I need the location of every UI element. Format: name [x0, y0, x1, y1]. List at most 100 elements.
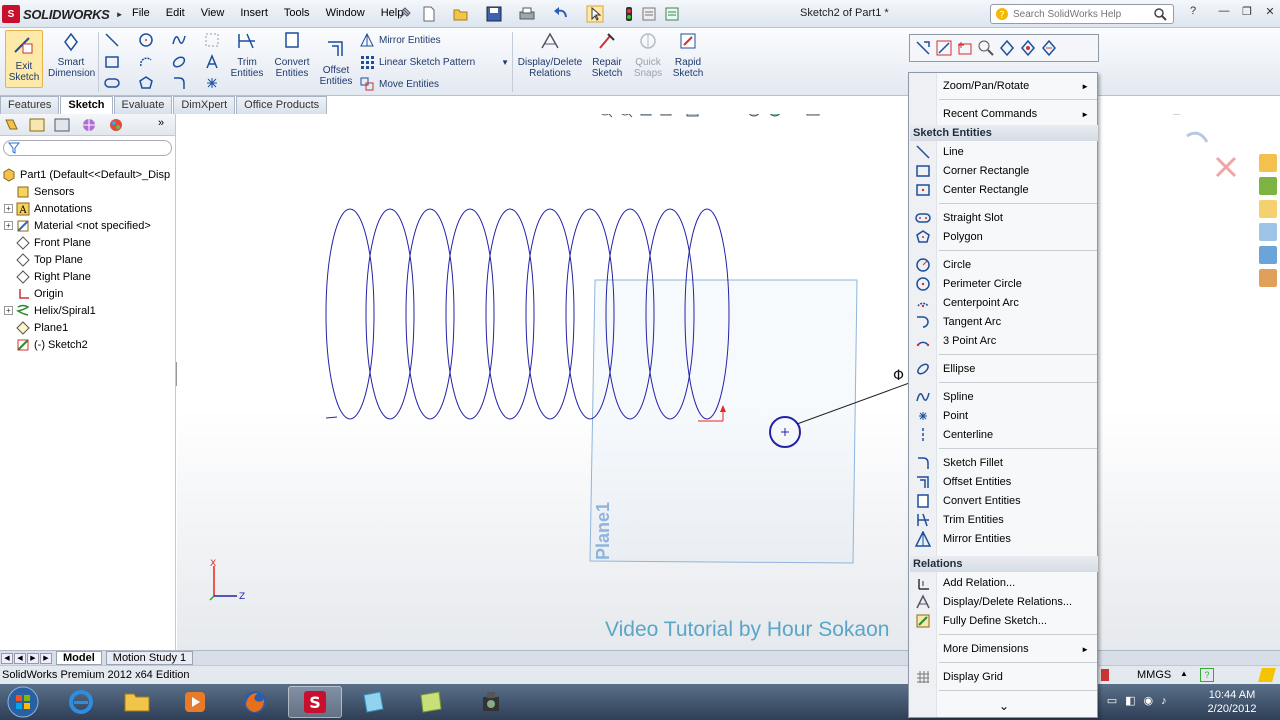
tab-sketch[interactable]: Sketch [60, 96, 113, 114]
menu-item-circle[interactable]: Circle [909, 256, 1097, 274]
menu-item-sketch-fillet[interactable]: Sketch Fillet [909, 454, 1097, 472]
trim-entities-button[interactable]: Trim Entities [228, 30, 266, 79]
arc-icon[interactable] [138, 54, 154, 70]
tab-model[interactable]: Model [56, 651, 102, 665]
menu-item-fully-define-sketch[interactable]: Fully Define Sketch... [909, 612, 1097, 630]
menu-tools[interactable]: Tools [284, 7, 310, 19]
tree-node-material[interactable]: + Material <not specified> [0, 217, 176, 234]
notes-taskbar[interactable] [346, 686, 400, 718]
tab-evaluate[interactable]: Evaluate [113, 96, 173, 114]
point-icon[interactable] [204, 75, 220, 91]
menu-item-centerline[interactable]: Centerline [909, 426, 1097, 444]
menu-file[interactable]: File [132, 7, 150, 19]
pushpin-icon[interactable] [395, 5, 413, 23]
menu-item-display-grid[interactable]: Display Grid [909, 668, 1097, 686]
offset-entities-button[interactable]: Offset Entities [318, 38, 354, 87]
sketch-grid-icon[interactable] [204, 32, 220, 48]
property-manager-icon[interactable] [28, 117, 46, 133]
help-button-icon[interactable]: ? [1184, 5, 1202, 21]
relation-tool-icon[interactable] [1019, 39, 1037, 57]
display-delete-relations-button[interactable]: Display/Delete Relations [516, 30, 584, 79]
zoom-to-selection-icon[interactable] [977, 39, 995, 57]
expand-panel-icon[interactable]: » [158, 117, 176, 133]
menu-item-mirror-entities[interactable]: Mirror Entities [909, 530, 1097, 548]
viewport-window-controls[interactable]: ⊞ ▭ ❐ ✕ [1172, 114, 1250, 117]
units-selector[interactable]: MMGS [1137, 669, 1171, 681]
viewport-tile-icon[interactable]: ⊞ [1172, 114, 1181, 117]
next-tab-icon[interactable]: ▶ [27, 652, 39, 664]
minimize-icon[interactable]: — [1215, 5, 1233, 21]
feature-tree-icon[interactable] [3, 117, 21, 133]
fillet-icon[interactable] [171, 75, 187, 91]
tag-icon[interactable] [1258, 668, 1276, 682]
viewport-minimize-icon[interactable]: ▭ [1194, 114, 1204, 117]
configuration-manager-icon[interactable] [53, 117, 71, 133]
viewport-restore-icon[interactable]: ❐ [1218, 114, 1228, 117]
undo-icon[interactable] [552, 5, 570, 23]
repair-sketch-button[interactable]: Repair Sketch [590, 30, 624, 79]
tree-node-right-plane[interactable]: Right Plane [0, 268, 176, 285]
tree-node-top-plane[interactable]: Top Plane [0, 251, 176, 268]
menu-insert[interactable]: Insert [240, 7, 268, 19]
close-icon[interactable]: ✕ [1261, 5, 1279, 21]
menu-item-polygon[interactable]: Polygon [909, 228, 1097, 246]
options-icon[interactable] [663, 5, 681, 23]
rapid-sketch-button[interactable]: Rapid Sketch [670, 30, 706, 79]
exit-sketch-button[interactable]: Exit Sketch [5, 30, 43, 88]
line-icon[interactable] [104, 32, 120, 48]
circle-icon[interactable] [138, 32, 154, 48]
capture-tool-taskbar[interactable] [464, 686, 518, 718]
solidworks-taskbar[interactable]: S [288, 686, 342, 718]
tree-node-helix-spiral1[interactable]: + Helix/Spiral1 [0, 302, 176, 319]
menu-item-add-relation[interactable]: Add Relation... [909, 574, 1097, 592]
ellipse-icon[interactable] [171, 54, 187, 70]
prev-tab-icon[interactable]: ◀ [14, 652, 26, 664]
help-search-input[interactable] [1013, 8, 1153, 20]
viewport-close-icon[interactable]: ✕ [1241, 114, 1250, 117]
media-player-taskbar[interactable] [168, 686, 222, 718]
tab-office-products[interactable]: Office Products [236, 96, 328, 114]
slot-icon[interactable] [104, 75, 120, 91]
tree-node-origin[interactable]: Origin [0, 285, 176, 302]
sticky-notes-taskbar[interactable] [404, 686, 458, 718]
print-icon[interactable] [518, 5, 536, 23]
sketch-plane-icon[interactable] [956, 39, 974, 57]
dimxpert-manager-icon[interactable] [80, 117, 98, 133]
edit-sketch-icon[interactable] [935, 39, 953, 57]
menu-edit[interactable]: Edit [166, 7, 185, 19]
menu-item-more-dimensions[interactable]: More Dimensions ► [909, 640, 1097, 658]
chevron-down-icon[interactable]: ▼ [501, 58, 509, 67]
dimension-tool-icon[interactable] [998, 39, 1016, 57]
chevron-up-icon[interactable]: ▲ [1180, 669, 1188, 678]
menu-item-point[interactable]: Point [909, 407, 1097, 425]
display-manager-icon[interactable] [107, 117, 125, 133]
help-search-box[interactable]: ? [990, 4, 1174, 24]
menu-item-ellipse[interactable]: Ellipse [909, 360, 1097, 378]
tree-node-part1[interactable]: Part1 (Default<<Default>_Disp [0, 166, 176, 183]
menu-item-display-delete-relations[interactable]: Display/Delete Relations... [909, 593, 1097, 611]
diameter-dimension[interactable]: Φ [893, 368, 904, 384]
start-button-icon[interactable] [6, 685, 40, 719]
first-tab-icon[interactable]: ◀ [1, 652, 13, 664]
tab-motion-study-1[interactable]: Motion Study 1 [105, 651, 194, 665]
menu-item-corner-rectangle[interactable]: Corner Rectangle [909, 162, 1097, 180]
menu-item-line[interactable]: Line [909, 143, 1097, 161]
tree-node-sketch2[interactable]: (-) Sketch2 [0, 336, 176, 353]
polygon-icon[interactable] [138, 75, 154, 91]
expand-icon[interactable]: + [4, 204, 13, 213]
select-cursor-icon[interactable] [586, 5, 604, 23]
graphics-area[interactable]: Φ Plane1 X Z Video Tutorial by Hour Soka… [177, 114, 1280, 650]
rebuild-icon[interactable] [620, 5, 638, 23]
taskbar-clock[interactable]: 10:44 AM 2/20/2012 [1202, 688, 1262, 716]
tree-filter[interactable] [3, 140, 172, 156]
convert-entities-button[interactable]: Convert Entities [270, 30, 314, 79]
smart-dimension-button[interactable]: Smart Dimension [48, 30, 95, 79]
expand-icon[interactable]: + [4, 221, 13, 230]
text-icon[interactable] [204, 54, 220, 70]
select-other-icon[interactable] [914, 39, 932, 57]
menu-item-zoom-pan-rotate[interactable]: Zoom/Pan/Rotate ► [909, 77, 1097, 95]
menu-item-3-point-arc[interactable]: 3 Point Arc [909, 332, 1097, 350]
menu-item-spline[interactable]: Spline [909, 388, 1097, 406]
menu-item-perimeter-circle[interactable]: Perimeter Circle [909, 275, 1097, 293]
last-tab-icon[interactable]: ▶ [40, 652, 52, 664]
